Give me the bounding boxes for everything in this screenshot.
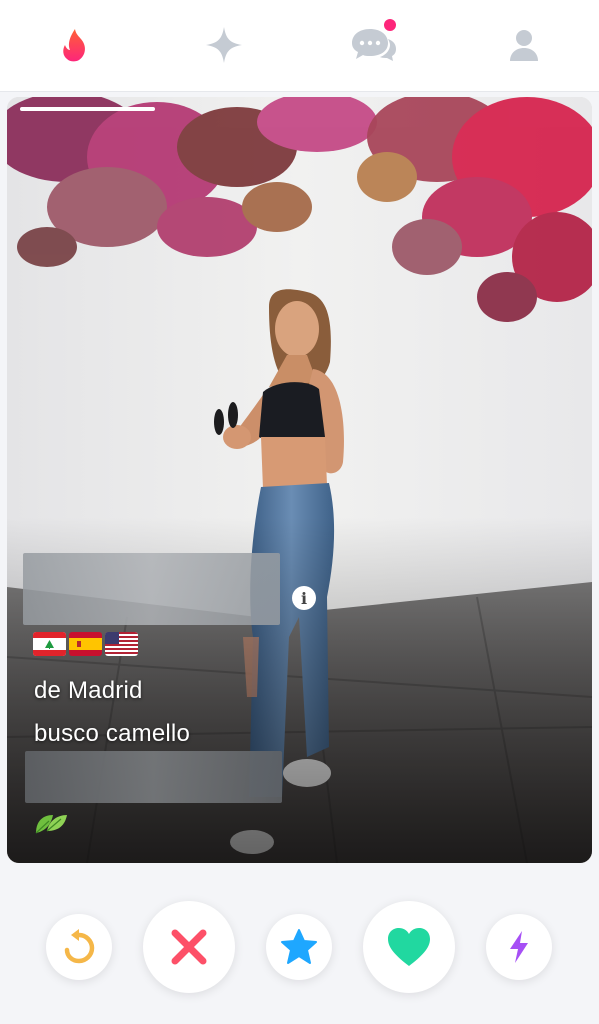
like-button[interactable] xyxy=(363,901,455,993)
lebanon-flag-icon xyxy=(33,632,66,656)
photo-progress-indicator xyxy=(20,107,155,111)
nope-button[interactable] xyxy=(143,901,235,993)
profile-photo xyxy=(7,97,592,863)
nav-tab-profile[interactable] xyxy=(496,20,552,70)
bio-line: de Madrid xyxy=(34,677,143,704)
spain-flag-icon xyxy=(69,632,102,656)
bolt-icon xyxy=(510,931,528,963)
info-icon[interactable]: i xyxy=(292,586,316,610)
rewind-icon xyxy=(64,929,95,964)
usa-flag-icon xyxy=(105,632,138,656)
star-icon xyxy=(281,929,317,964)
app-root: i de Madrid busco camello xyxy=(0,0,599,1024)
person-icon xyxy=(510,30,538,61)
notification-dot xyxy=(384,19,396,31)
super-like-button[interactable] xyxy=(266,914,332,980)
sparkle-icon xyxy=(206,27,242,63)
nav-tab-explore[interactable] xyxy=(196,20,252,70)
heart-icon xyxy=(388,928,430,966)
flame-icon xyxy=(63,29,85,62)
nav-tab-discover[interactable] xyxy=(47,20,103,70)
leaf-icon xyxy=(35,815,67,834)
nav-tab-messages[interactable] xyxy=(346,19,402,70)
boost-button[interactable] xyxy=(486,914,552,980)
redacted-bio-text xyxy=(25,751,282,803)
bio-line: busco camello xyxy=(34,720,191,747)
top-navigation xyxy=(0,0,599,92)
x-icon xyxy=(171,929,207,965)
redacted-name-age xyxy=(23,553,280,625)
action-bar xyxy=(0,880,599,1024)
flag-list xyxy=(33,632,138,656)
chat-bubbles-icon xyxy=(352,29,396,61)
profile-card[interactable]: i de Madrid busco camello xyxy=(7,97,592,863)
rewind-button[interactable] xyxy=(46,914,112,980)
